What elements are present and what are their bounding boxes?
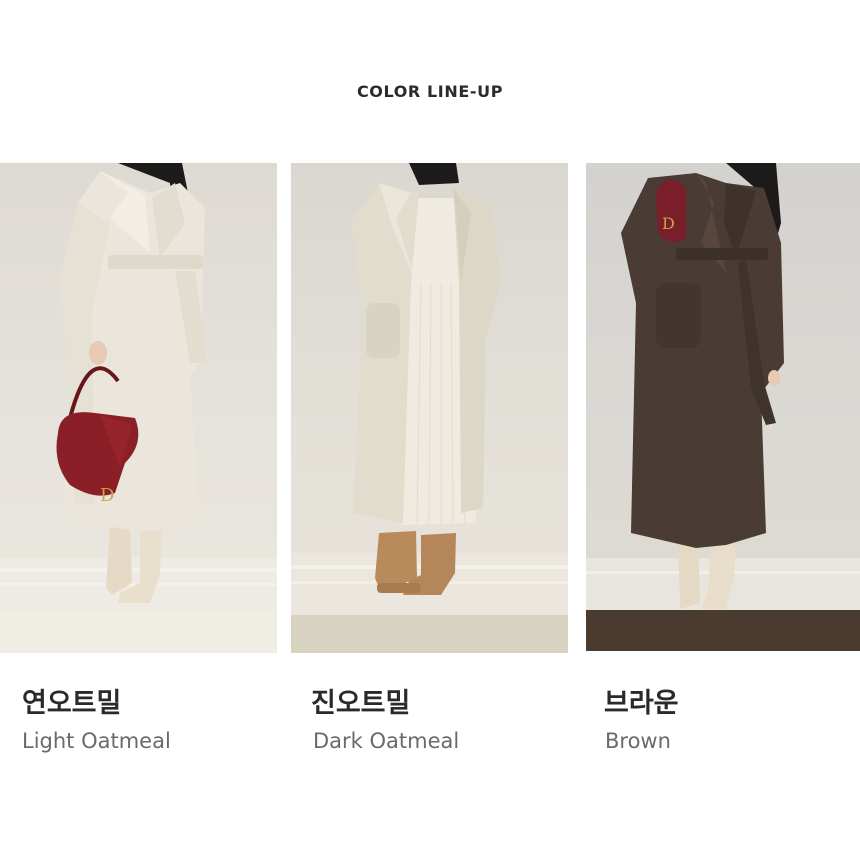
color-name-english: Dark Oatmeal	[313, 729, 460, 753]
product-photo-light-oatmeal: D	[0, 163, 277, 613]
color-name-english: Brown	[605, 729, 671, 753]
color-swatch-dark-oatmeal	[291, 615, 568, 653]
color-swatch-brown	[586, 610, 860, 651]
color-swatch-light-oatmeal	[0, 613, 277, 653]
svg-text:D: D	[100, 485, 114, 506]
model-illustration-dark-oatmeal	[291, 163, 568, 615]
color-name-korean: 진오트밀	[311, 688, 411, 719]
model-illustration-brown: D	[586, 163, 860, 610]
svg-text:D: D	[662, 214, 675, 233]
color-name-korean: 브라운	[604, 688, 679, 719]
section-title: COLOR LINE-UP	[356, 82, 504, 101]
model-illustration-light-oatmeal: D	[0, 163, 277, 613]
product-photo-dark-oatmeal	[291, 163, 568, 615]
product-photo-brown: D	[586, 163, 860, 610]
color-name-korean: 연오트밀	[22, 688, 122, 719]
color-name-english: Light Oatmeal	[22, 729, 171, 753]
